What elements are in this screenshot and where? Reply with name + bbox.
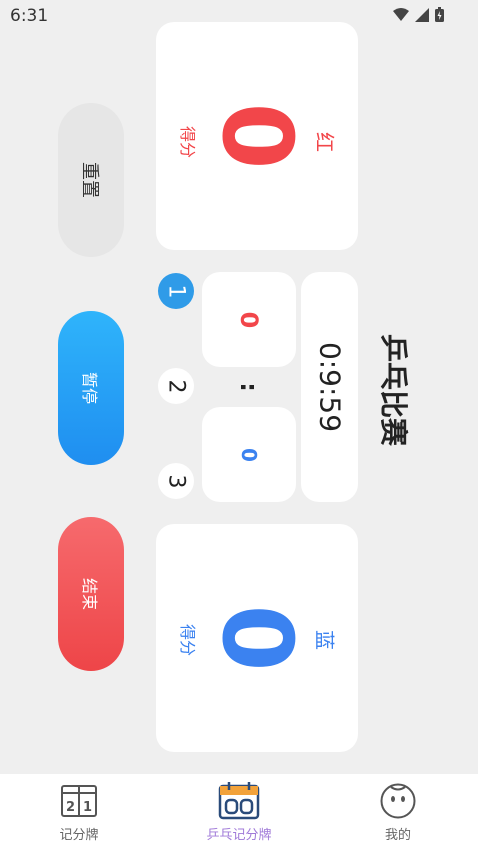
nav-label: 我的 bbox=[384, 828, 411, 843]
blue-set-score: 0 bbox=[237, 447, 261, 462]
battery-icon bbox=[435, 7, 444, 22]
set-score-separator: : bbox=[235, 382, 263, 392]
blue-score: 0 bbox=[201, 604, 313, 672]
set-3-button[interactable]: 3 bbox=[158, 463, 194, 499]
calendar-score-icon bbox=[218, 782, 260, 820]
status-time: 6:31 bbox=[10, 6, 49, 26]
nav-scoreboard[interactable]: 2 1 记分牌 bbox=[19, 774, 139, 850]
blue-set-score-card: 0 bbox=[202, 407, 296, 502]
scoreboard-icon: 2 1 bbox=[61, 785, 97, 817]
nav-pingpong-scoreboard[interactable]: 乒乓记分牌 bbox=[179, 774, 299, 850]
reset-button[interactable]: 重置 bbox=[58, 103, 124, 257]
svg-text:1: 1 bbox=[83, 800, 92, 815]
set-3-label: 3 bbox=[163, 474, 189, 488]
red-set-score-card: 0 bbox=[202, 272, 296, 367]
red-score: 0 bbox=[201, 102, 313, 170]
match-title: 乒乓比赛 bbox=[377, 333, 410, 447]
blue-score-card[interactable]: 得分 0 蓝 bbox=[156, 524, 358, 752]
set-1-label: 1 bbox=[163, 284, 189, 298]
red-score-caption: 得分 bbox=[178, 125, 197, 159]
signal-icon bbox=[415, 7, 429, 22]
red-score-card[interactable]: 得分 0 红 bbox=[156, 22, 358, 250]
set-1-button[interactable]: 1 bbox=[158, 273, 194, 309]
blue-team-label: 蓝 bbox=[312, 630, 337, 650]
svg-text:2: 2 bbox=[66, 800, 75, 815]
set-2-button[interactable]: 2 bbox=[158, 368, 194, 404]
nav-mine[interactable]: 我的 bbox=[338, 774, 458, 850]
match-timer: 0:9:59 bbox=[313, 341, 346, 433]
bottom-nav: 2 1 记分牌 乒乓记分牌 我的 bbox=[0, 774, 478, 850]
red-team-label: 红 bbox=[312, 132, 337, 152]
blue-score-caption: 得分 bbox=[178, 623, 197, 657]
nav-label: 乒乓记分牌 bbox=[206, 828, 272, 843]
end-button[interactable]: 结束 bbox=[58, 517, 124, 671]
wifi-icon bbox=[393, 7, 409, 21]
red-set-score: 0 bbox=[235, 311, 263, 328]
face-icon bbox=[380, 783, 416, 819]
timer-card: 0:9:59 bbox=[301, 272, 358, 502]
status-icons bbox=[393, 7, 444, 22]
set-2-label: 2 bbox=[163, 379, 189, 393]
pause-button[interactable]: 暂停 bbox=[58, 311, 124, 465]
nav-label: 记分牌 bbox=[59, 828, 99, 843]
